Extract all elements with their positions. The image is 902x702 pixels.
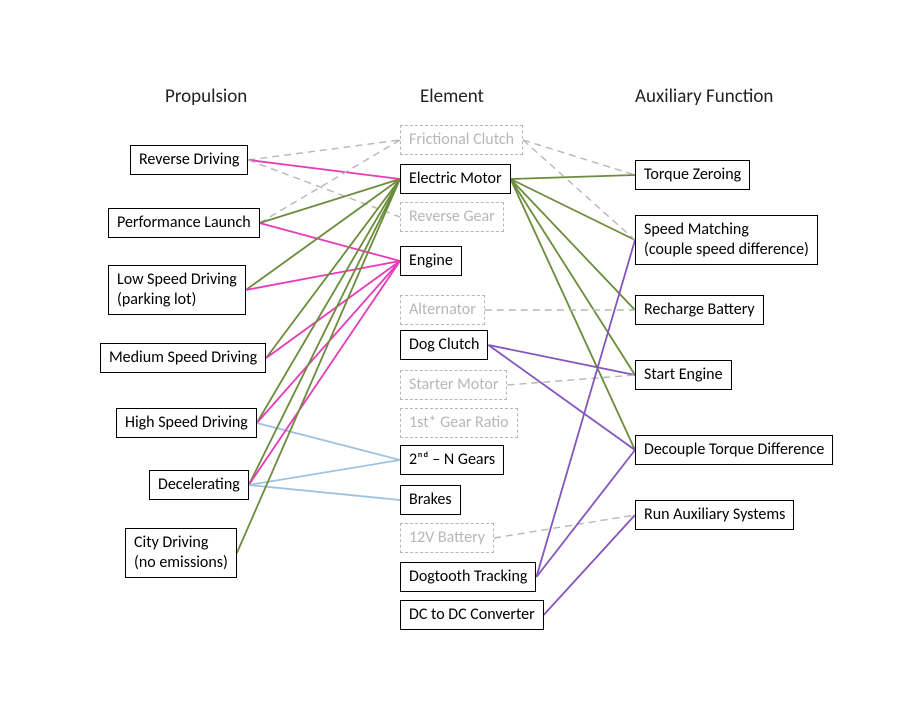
node-starter-motor: Starter Motor	[400, 370, 507, 400]
node-high-speed-driving: High Speed Driving	[116, 408, 257, 438]
link	[248, 160, 400, 217]
node-low-speed-driving: Low Speed Driving (parking lot)	[108, 265, 246, 315]
link	[511, 179, 635, 375]
link	[257, 261, 400, 423]
node-city-driving: City Driving (no emissions)	[125, 528, 237, 578]
header-propulsion: Propulsion	[165, 85, 247, 108]
link	[246, 261, 400, 290]
link	[494, 515, 635, 538]
link	[249, 179, 400, 485]
link	[248, 160, 400, 179]
link	[523, 140, 635, 240]
node-dog-clutch: Dog Clutch	[400, 330, 488, 360]
node-start-engine: Start Engine	[635, 360, 732, 390]
link	[248, 140, 400, 160]
link	[544, 515, 635, 615]
link	[260, 140, 400, 223]
link	[260, 179, 400, 223]
node-decelerating: Decelerating	[149, 470, 249, 500]
diagram-stage: { "headers": { "propulsion": "Propulsion…	[0, 0, 902, 702]
node-12v-battery: 12V Battery	[400, 523, 494, 553]
node-decouple-torque-diff: Decouple Torque Difference	[635, 435, 833, 465]
node-frictional-clutch: Frictional Clutch	[400, 125, 523, 155]
node-electric-motor: Electric Motor	[400, 164, 511, 194]
link	[511, 179, 635, 310]
link	[536, 240, 635, 577]
header-element: Element	[420, 85, 484, 108]
link	[488, 345, 635, 375]
node-medium-speed-driving: Medium Speed Driving	[100, 343, 266, 373]
link	[249, 261, 400, 485]
node-speed-matching: Speed Matching (couple speed difference)	[635, 215, 818, 265]
link	[511, 179, 635, 240]
node-engine: Engine	[400, 246, 462, 276]
link	[266, 179, 400, 358]
node-performance-launch: Performance Launch	[108, 208, 260, 238]
node-reverse-driving: Reverse Driving	[130, 145, 248, 175]
link	[249, 460, 400, 485]
header-auxiliary: Auxiliary Function	[635, 85, 773, 108]
link	[257, 423, 400, 460]
link	[260, 223, 400, 261]
node-run-auxiliary-systems: Run Auxiliary Systems	[635, 500, 794, 530]
node-dogtooth-tracking: Dogtooth Tracking	[400, 562, 536, 592]
node-first-gear-ratio: 1st* Gear Ratio	[400, 408, 518, 438]
link	[246, 179, 400, 290]
link	[249, 485, 400, 500]
node-second-to-n-gears: 2ⁿᵈ – N Gears	[400, 445, 504, 475]
node-reverse-gear: Reverse Gear	[400, 202, 504, 232]
node-dc-to-dc-converter: DC to DC Converter	[400, 600, 544, 630]
link	[511, 179, 635, 450]
node-recharge-battery: Recharge Battery	[635, 295, 764, 325]
link	[511, 175, 635, 179]
node-brakes: Brakes	[400, 485, 461, 515]
node-torque-zeroing: Torque Zeroing	[635, 160, 750, 190]
link	[266, 261, 400, 358]
link	[257, 179, 400, 423]
link	[523, 140, 635, 175]
node-alternator: Alternator	[400, 295, 485, 325]
link	[507, 375, 635, 385]
link	[536, 450, 635, 577]
